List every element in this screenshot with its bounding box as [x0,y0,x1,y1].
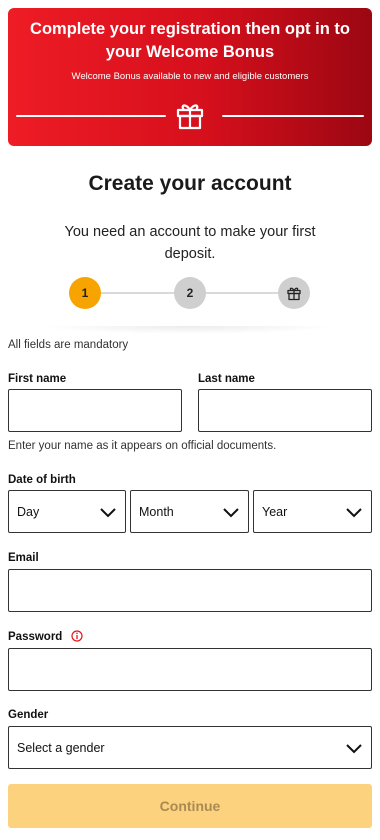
dob-day-value: Day [17,504,40,519]
dob-year-select[interactable]: Year [253,490,372,533]
password-field[interactable] [8,648,372,691]
mandatory-note: All fields are mandatory [8,339,129,351]
banner-title: Complete your registration then opt in t… [30,20,350,61]
dob-year-value: Year [262,504,288,519]
chevron-down-icon [100,508,116,518]
email-field[interactable] [8,569,372,612]
step-1-indicator: 1 [69,277,101,309]
welcome-bonus-banner: Complete your registration then opt in t… [8,8,372,146]
gender-select[interactable]: Select a gender [8,726,372,769]
banner-subtitle: Welcome Bonus available to new and eligi… [71,71,309,82]
stepper-connector [204,292,280,294]
step-2-indicator: 2 [174,277,206,309]
stepper-connector [100,292,176,294]
page-title: Create your account [88,172,292,195]
gift-icon [287,287,301,301]
gender-label: Gender [8,709,49,721]
password-label: Password [8,631,63,643]
first-name-label: First name [8,373,67,385]
dob-month-select[interactable]: Month [130,490,249,533]
step-label: 1 [81,286,89,300]
email-label: Email [8,552,39,564]
last-name-label: Last name [198,373,255,385]
banner-divider-left [16,115,166,117]
dob-label: Date of birth [8,474,76,486]
step-3-indicator [278,277,310,309]
chevron-down-icon [346,508,362,518]
gender-value: Select a gender [17,740,105,755]
section-shadow [40,326,340,334]
chevron-down-icon [346,744,362,754]
dob-month-value: Month [139,504,174,519]
last-name-field[interactable] [198,389,372,432]
chevron-down-icon [223,508,239,518]
page-subtitle: You need an account to make your first d… [64,224,316,262]
dob-day-select[interactable]: Day [8,490,126,533]
name-hint: Enter your name as it appears on officia… [8,440,277,452]
first-name-field[interactable] [8,389,182,432]
continue-button[interactable]: Continue [8,784,372,828]
gift-icon [176,104,204,130]
info-icon[interactable] [71,630,83,642]
banner-divider-right [222,115,364,117]
step-label: 2 [186,286,194,300]
